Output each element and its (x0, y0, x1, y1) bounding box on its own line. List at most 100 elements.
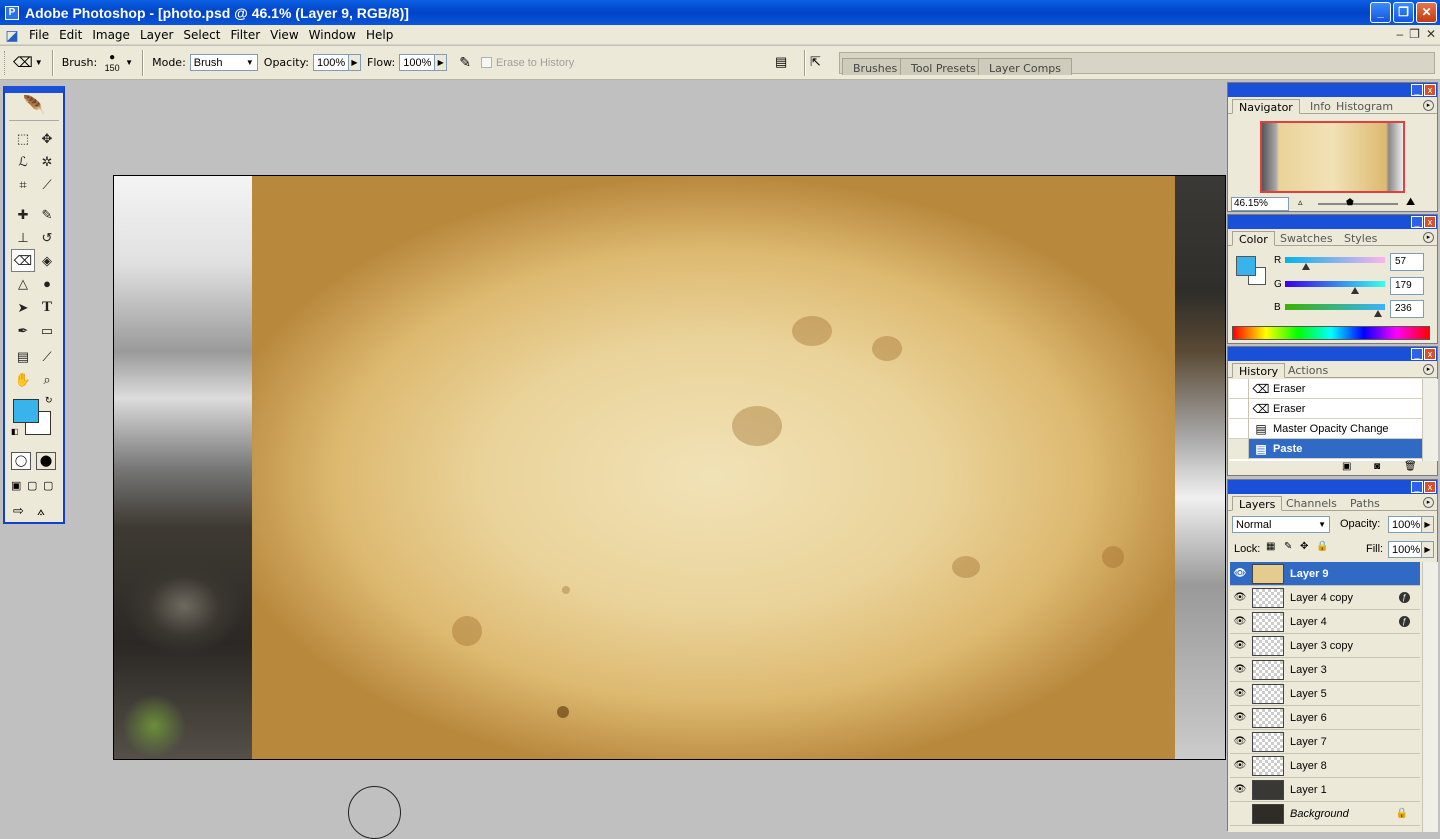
navigator-zoom-slider[interactable] (1318, 203, 1398, 205)
zoom-out-icon[interactable]: ▵ (1298, 197, 1303, 208)
layer-opacity-arrow[interactable]: ▶ (1422, 516, 1434, 533)
imageready-icon[interactable]: ⟑ (37, 503, 45, 519)
standard-mode-icon[interactable]: ◯ (11, 452, 31, 470)
red-slider[interactable] (1285, 257, 1385, 263)
menu-layer[interactable]: Layer (135, 28, 178, 42)
eye-icon[interactable]: 👁 (1230, 736, 1250, 747)
table-row[interactable]: 👁 Layer 9 (1230, 562, 1420, 586)
swap-colors-icon[interactable]: ↻ (45, 395, 53, 406)
lock-position-icon[interactable]: ✥ (1300, 541, 1308, 552)
file-browser-icon[interactable]: ▤ (775, 54, 787, 70)
layer-effects-icon[interactable]: ƒ (1399, 616, 1410, 627)
color-minimize-button[interactable]: _ (1411, 216, 1423, 228)
red-slider-thumb[interactable] (1302, 263, 1310, 270)
list-item[interactable]: ▤ Master Opacity Change (1229, 418, 1422, 439)
tab-history[interactable]: History (1232, 363, 1286, 378)
flow-input[interactable]: 100% (399, 54, 436, 71)
pen-tool-icon[interactable]: ✒ (11, 319, 35, 342)
table-row[interactable]: 👁 Layer 8 (1230, 754, 1420, 778)
layer-effects-icon[interactable]: ƒ (1399, 592, 1410, 603)
screen-mode-standard-icon[interactable]: ▣ (11, 479, 21, 492)
menu-image[interactable]: Image (87, 28, 135, 42)
eye-icon[interactable]: 👁 (1230, 616, 1250, 627)
zoom-in-icon[interactable]: ⛰ (1406, 196, 1415, 209)
table-row[interactable]: 👁 Layer 3 copy (1230, 634, 1420, 658)
tab-layer-comps[interactable]: Layer Comps (978, 58, 1073, 75)
tab-brushes[interactable]: Brushes (842, 58, 909, 75)
menu-window[interactable]: Window (304, 28, 361, 42)
erase-to-history-checkbox[interactable] (480, 57, 492, 68)
chevron-down-icon[interactable]: ▼ (35, 58, 43, 67)
hand-tool-icon[interactable]: ✋ (11, 368, 35, 391)
trash-icon[interactable]: 🗑 (1404, 461, 1417, 472)
table-row[interactable]: 👁 Layer 4 ƒ (1230, 610, 1420, 634)
history-minimize-button[interactable]: _ (1411, 348, 1423, 360)
blue-value-input[interactable]: 236 (1390, 300, 1424, 318)
color-close-button[interactable]: x (1424, 216, 1436, 228)
move-tool-icon[interactable]: ✥ (35, 127, 59, 150)
eye-icon[interactable]: 👁 (1230, 760, 1250, 771)
navigator-minimize-button[interactable]: _ (1411, 84, 1423, 96)
layer-opacity-input[interactable]: 100% (1388, 516, 1422, 533)
mode-select[interactable]: Brush ▼ (189, 54, 258, 71)
tab-navigator[interactable]: Navigator (1232, 99, 1300, 114)
eyedropper-tool-icon[interactable]: ⟋ (35, 345, 59, 368)
clone-stamp-tool-icon[interactable]: ⊥ (11, 226, 35, 249)
default-colors-icon[interactable]: ◧ (11, 427, 19, 436)
blue-slider-thumb[interactable] (1374, 310, 1382, 317)
table-row[interactable]: Background 🔒 (1230, 802, 1420, 826)
tab-paths[interactable]: Paths (1344, 496, 1386, 511)
feather-logo[interactable]: 🪶 (9, 95, 59, 121)
type-tool-icon[interactable]: T (35, 296, 59, 319)
eye-icon[interactable]: 👁 (1230, 640, 1250, 651)
doc-close-button[interactable]: ✕ (1426, 27, 1436, 41)
tab-actions[interactable]: Actions (1282, 363, 1334, 378)
lock-all-icon[interactable]: 🔒 (1316, 541, 1328, 552)
quick-mask-mode-icon[interactable]: ⬤ (36, 452, 56, 470)
foreground-color-swatch[interactable] (13, 399, 39, 423)
chevron-down-icon[interactable]: ▼ (125, 58, 133, 67)
menu-filter[interactable]: Filter (225, 28, 265, 42)
table-row[interactable]: 👁 Layer 4 copy ƒ (1230, 586, 1420, 610)
tab-swatches[interactable]: Swatches (1274, 231, 1339, 246)
eye-icon[interactable]: 👁 (1230, 688, 1250, 699)
eye-icon[interactable]: 👁 (1230, 712, 1250, 723)
eraser-tool-preset-icon[interactable]: ⌫ (13, 54, 33, 71)
red-value-input[interactable]: 57 (1390, 253, 1424, 271)
jump-to-imageready-icon[interactable]: ⇨ (13, 503, 24, 519)
palette-menu-icon[interactable]: ▸ (1423, 100, 1434, 111)
eye-icon[interactable]: 👁 (1230, 784, 1250, 795)
screen-mode-full-menu-icon[interactable]: ▢ (27, 479, 37, 492)
tab-layers[interactable]: Layers (1232, 496, 1283, 511)
table-row[interactable]: 👁 Layer 6 (1230, 706, 1420, 730)
document-canvas[interactable] (113, 175, 1226, 760)
palette-menu-icon[interactable]: ▸ (1423, 364, 1434, 375)
close-button[interactable]: ✕ (1416, 2, 1437, 23)
magic-wand-tool-icon[interactable]: ✲ (35, 150, 59, 173)
table-row[interactable]: 👁 Layer 5 (1230, 682, 1420, 706)
list-item[interactable]: ▤ Paste (1229, 438, 1422, 459)
navigator-zoom-input[interactable]: 46.15% (1231, 197, 1289, 211)
doc-minimize-button[interactable]: – (1396, 27, 1403, 41)
menu-select[interactable]: Select (178, 28, 225, 42)
menu-help[interactable]: Help (361, 28, 398, 42)
healing-brush-tool-icon[interactable]: ✚ (11, 203, 35, 226)
layers-minimize-button[interactable]: _ (1411, 481, 1423, 493)
crop-tool-icon[interactable]: ⌗ (11, 173, 35, 196)
list-item[interactable]: ⌫ Eraser (1229, 379, 1422, 399)
tab-styles[interactable]: Styles (1338, 231, 1383, 246)
history-brush-tool-icon[interactable]: ↺ (35, 226, 59, 249)
eraser-tool-icon[interactable]: ⌫ (11, 249, 35, 272)
flow-slider-arrow[interactable]: ▶ (435, 54, 448, 71)
airbrush-icon[interactable]: ✎ (459, 54, 471, 71)
image-ready-icon[interactable]: ⇱ (810, 54, 821, 70)
green-slider[interactable] (1285, 281, 1385, 287)
green-slider-thumb[interactable] (1351, 287, 1359, 294)
blend-mode-select[interactable]: Normal ▼ (1232, 516, 1330, 533)
opacity-input[interactable]: 100% (313, 54, 349, 71)
tab-channels[interactable]: Channels (1280, 496, 1343, 511)
photoshop-app-icon[interactable]: P (5, 5, 19, 20)
tab-color[interactable]: Color (1232, 231, 1275, 246)
list-item[interactable]: ⌫ Eraser (1229, 398, 1422, 419)
palette-menu-icon[interactable]: ▸ (1423, 232, 1434, 243)
